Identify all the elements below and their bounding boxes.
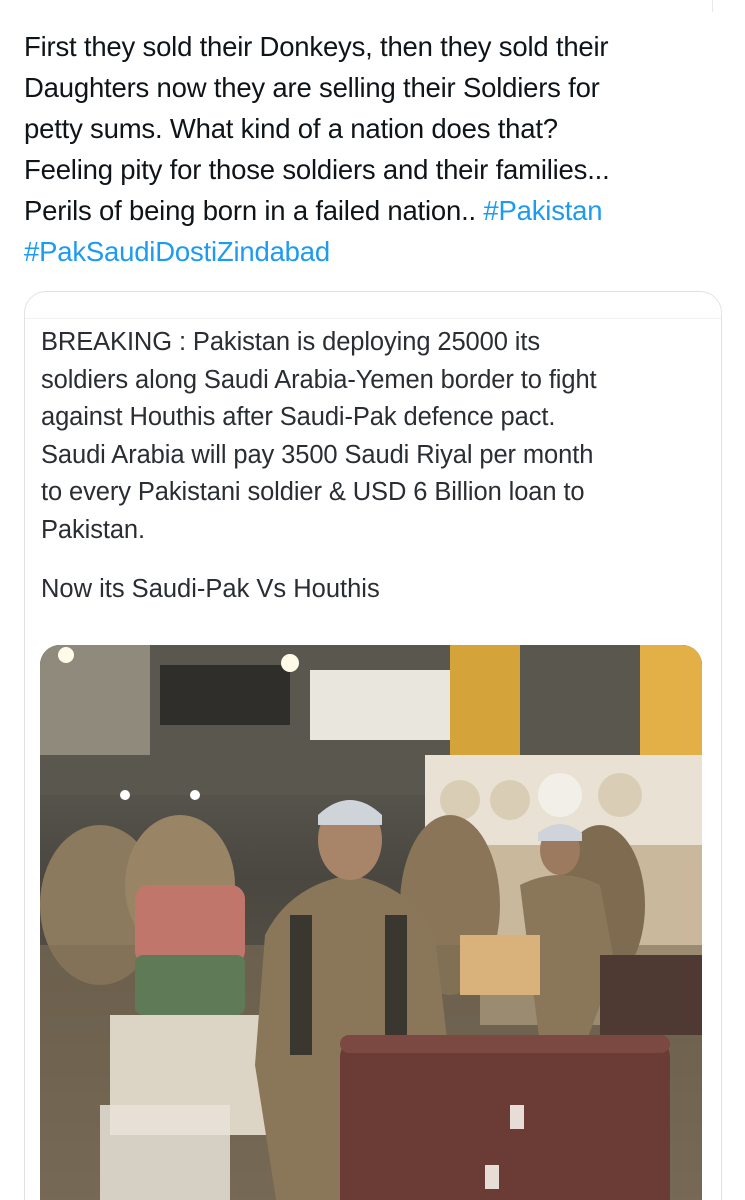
tweet-text-line: petty sums. What kind of a nation does t… <box>24 113 558 144</box>
quote-header-divider <box>25 318 721 319</box>
video-thumbnail-illustration <box>40 645 702 1200</box>
tweet-text-fragment: Perils of being born in a failed nation.… <box>24 195 484 226</box>
quoted-text-line: Pakistan. <box>41 515 145 544</box>
tweet-text: First they sold their Donkeys, then they… <box>24 26 724 272</box>
tweet-text-line: Perils of being born in a failed nation.… <box>24 190 724 231</box>
quoted-text-line: to every Pakistani soldier & USD 6 Billi… <box>41 478 585 506</box>
tweet-text-line: #PakSaudiDostiZindabad <box>24 231 724 272</box>
quoted-text-line: BREAKING : Pakistan is deploying 25000 i… <box>41 328 540 356</box>
top-divider <box>712 0 713 12</box>
quoted-tweet-subline: Now its Saudi-Pak Vs Houthis <box>41 575 380 603</box>
quoted-text-line: Saudi Arabia will pay 3500 Saudi Riyal p… <box>41 440 594 469</box>
tweet-text-line: First they sold their Donkeys, then they… <box>24 31 609 62</box>
tweet-text-line: Feeling pity for those soldiers and thei… <box>24 154 610 185</box>
quoted-text-line: soldiers along Saudi Arabia-Yemen border… <box>41 365 597 394</box>
quoted-text-line: against Houthis after Saudi-Pak defence … <box>41 403 556 431</box>
hashtag-paksaudidostizindabad[interactable]: #PakSaudiDostiZindabad <box>24 236 330 267</box>
hashtag-pakistan[interactable]: #Pakistan <box>483 195 602 226</box>
quoted-tweet-text: BREAKING : Pakistan is deploying 25000 i… <box>41 324 701 549</box>
quoted-tweet-card[interactable]: BREAKING : Pakistan is deploying 25000 i… <box>24 291 722 1200</box>
tweet-text-line: Daughters now they are selling their Sol… <box>24 72 600 103</box>
quoted-tweet-video-thumbnail[interactable] <box>40 645 702 1200</box>
